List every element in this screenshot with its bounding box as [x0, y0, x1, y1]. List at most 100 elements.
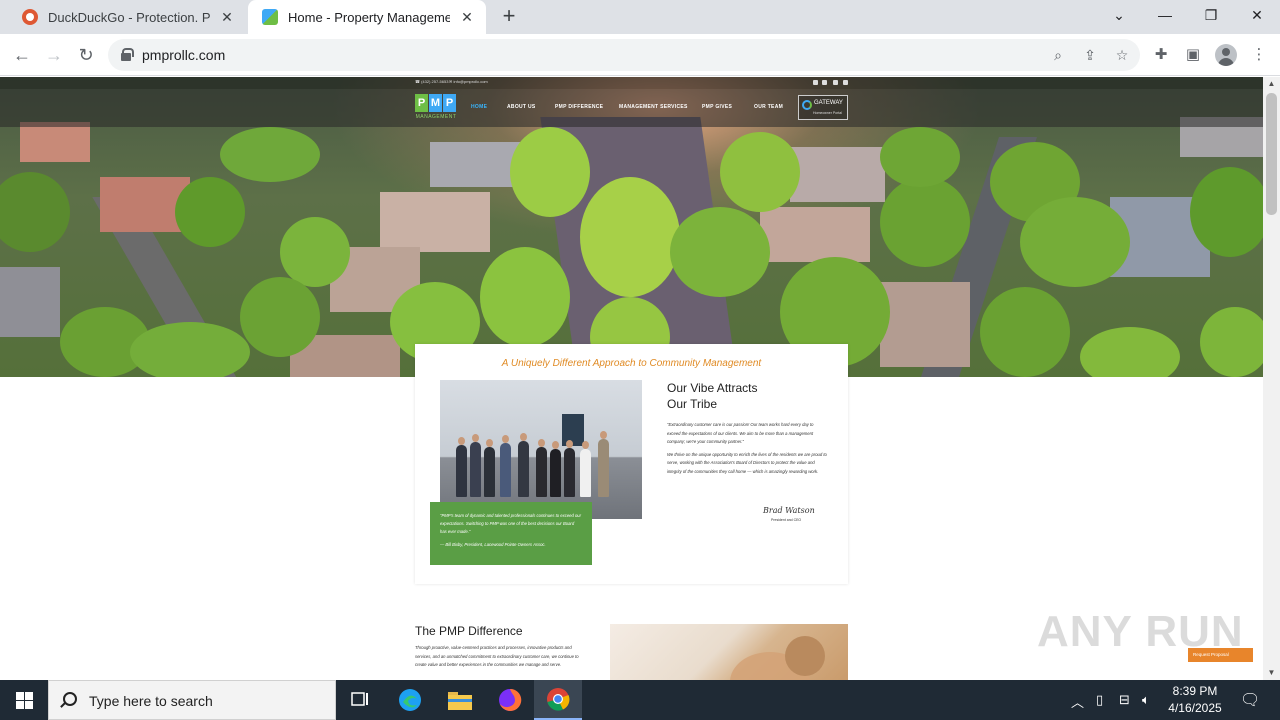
team-member: [564, 440, 575, 497]
close-window-button[interactable]: ✕: [1234, 0, 1280, 30]
scroll-thumb[interactable]: [1266, 93, 1277, 215]
volume-icon[interactable]: 🔈︎: [1142, 692, 1150, 708]
address-bar[interactable]: pmprollc.com ⌕ ⇪ ☆: [108, 39, 1140, 71]
zoom-icon[interactable]: ⌕: [1048, 45, 1068, 65]
tree: [720, 132, 800, 212]
nav-about-us[interactable]: ABOUT US: [507, 104, 536, 110]
tree: [980, 287, 1070, 377]
tree: [130, 322, 250, 377]
url-text[interactable]: pmprollc.com: [142, 47, 225, 63]
tree: [480, 247, 570, 347]
vibe-paragraph: "Extraordinary customer care is our pass…: [667, 422, 814, 444]
tab-title: Home - Property Management I: [288, 9, 450, 25]
phone-number[interactable]: ☎ (432) 257-5653: [415, 79, 448, 84]
vibe-paragraph: We thrive on the unique opportunity to e…: [667, 451, 827, 474]
tab-duckduckgo[interactable]: DuckDuckGo - Protection. Privacy ✕: [8, 0, 246, 34]
side-panel-icon[interactable]: ▣: [1183, 45, 1203, 65]
gateway-subtitle: Homeowner Portal: [813, 111, 842, 115]
instagram-icon[interactable]: [843, 80, 848, 85]
team-member: [484, 439, 495, 497]
pmp-logo[interactable]: P M P MANAGEMENT: [415, 94, 457, 126]
vibe-title-line2: Our Tribe: [667, 397, 718, 411]
hero-aerial-image: ☎ (432) 257-5653 ✉ info@pmprollc.com P M…: [0, 77, 1263, 377]
house: [760, 207, 870, 262]
tree: [510, 127, 590, 217]
browser-tab-strip: DuckDuckGo - Protection. Privacy ✕ Home …: [0, 0, 1280, 34]
wall-screen: [562, 414, 584, 446]
tree: [0, 172, 70, 252]
twitter-icon[interactable]: [822, 80, 827, 85]
photo-subject: [785, 636, 825, 676]
linkedin-icon[interactable]: [833, 80, 838, 85]
tree: [580, 177, 680, 297]
tab-title: DuckDuckGo - Protection. Privacy: [48, 9, 210, 25]
clock-date: 4/16/2025: [1168, 701, 1222, 715]
more-menu-icon[interactable]: ⋮: [1249, 45, 1269, 65]
vibe-body: "Extraordinary customer care is our pass…: [667, 421, 827, 480]
difference-heading: The PMP Difference: [415, 624, 523, 638]
testimonial-author: — Bill Bixby, President, Lacewood Pointe…: [440, 542, 546, 547]
restore-button[interactable]: ❐: [1188, 0, 1234, 30]
profile-avatar[interactable]: [1215, 44, 1237, 66]
gateway-logo-icon: [802, 100, 812, 110]
forward-arrow-icon[interactable]: →: [42, 43, 66, 67]
extensions-puzzle-icon[interactable]: ✚: [1151, 45, 1171, 65]
tab-pmp-home[interactable]: Home - Property Management I ✕: [248, 0, 486, 34]
taskbar-clock[interactable]: 8:39 PM 4/16/2025: [1160, 683, 1230, 717]
lock-icon[interactable]: [121, 48, 134, 61]
search-placeholder: Type here to search: [89, 693, 213, 709]
house: [20, 122, 90, 162]
chrome-icon[interactable]: [534, 680, 582, 720]
back-arrow-icon[interactable]: ←: [10, 43, 34, 67]
nav-our-team[interactable]: OUR TEAM: [754, 104, 783, 110]
tree: [220, 127, 320, 182]
network-icon[interactable]: ⊟: [1119, 692, 1130, 708]
page-scrollbar[interactable]: ▲ ▼: [1263, 77, 1280, 680]
scroll-down-arrow-icon[interactable]: ▼: [1263, 666, 1280, 680]
nav-management-services[interactable]: MANAGEMENT SERVICES: [619, 104, 688, 110]
search-icon: [63, 692, 77, 706]
taskbar-search[interactable]: Type here to search: [48, 680, 336, 720]
edge-browser-icon[interactable]: [386, 680, 434, 720]
show-hidden-icons-chevron-icon[interactable]: ︿: [1071, 692, 1084, 711]
team-photo: [440, 380, 642, 519]
house: [430, 142, 520, 187]
windows-start-icon[interactable]: [0, 680, 48, 720]
tree: [175, 177, 245, 247]
facebook-icon[interactable]: [813, 80, 818, 85]
nav-pmp-gives[interactable]: PMP GIVES: [702, 104, 732, 110]
file-explorer-icon[interactable]: [436, 680, 484, 720]
gateway-portal-button[interactable]: GATEWAY Homeowner Portal: [798, 95, 848, 120]
team-member: [470, 434, 481, 497]
page-viewport: ☎ (432) 257-5653 ✉ info@pmprollc.com P M…: [0, 77, 1263, 680]
browser-toolbar: ← → ↻ pmprollc.com ⌕ ⇪ ☆ ✚ ▣ ⋮: [0, 34, 1280, 76]
duckduckgo-icon: [22, 9, 38, 25]
close-tab-icon[interactable]: ✕: [218, 8, 236, 26]
team-member: [598, 431, 609, 497]
notification-center-icon[interactable]: 🗨︎: [1240, 690, 1260, 710]
tree: [670, 207, 770, 297]
house: [790, 147, 885, 202]
nav-pmp-difference[interactable]: PMP DIFFERENCE: [555, 104, 603, 110]
new-tab-button[interactable]: +: [496, 4, 522, 30]
windows-taskbar: Type here to search ︿ ▯ ⊟ 🔈︎ 8:39 PM 4/1…: [0, 680, 1280, 720]
tree: [280, 217, 350, 287]
minimize-button[interactable]: —: [1142, 0, 1188, 30]
firefox-icon[interactable]: [486, 680, 534, 720]
scroll-up-arrow-icon[interactable]: ▲: [1263, 77, 1280, 91]
gateway-title: GATEWAY: [814, 100, 843, 106]
pmp-favicon: [262, 9, 278, 25]
share-icon[interactable]: ⇪: [1080, 45, 1100, 65]
ceo-title: President and CEO: [771, 518, 802, 522]
reload-icon[interactable]: ↻: [74, 43, 98, 67]
house: [380, 192, 490, 252]
request-proposal-button[interactable]: Request Proposal: [1188, 648, 1253, 662]
team-member: [500, 435, 511, 497]
close-tab-icon[interactable]: ✕: [458, 8, 476, 26]
meet-now-icon[interactable]: ▯: [1096, 692, 1103, 708]
email-address[interactable]: ✉ info@pmprollc.com: [449, 79, 488, 84]
tab-search-chevron-icon[interactable]: ⌄: [1096, 0, 1142, 30]
task-view-icon[interactable]: [336, 680, 384, 720]
nav-home[interactable]: HOME: [471, 104, 487, 110]
bookmark-star-icon[interactable]: ☆: [1112, 45, 1132, 65]
